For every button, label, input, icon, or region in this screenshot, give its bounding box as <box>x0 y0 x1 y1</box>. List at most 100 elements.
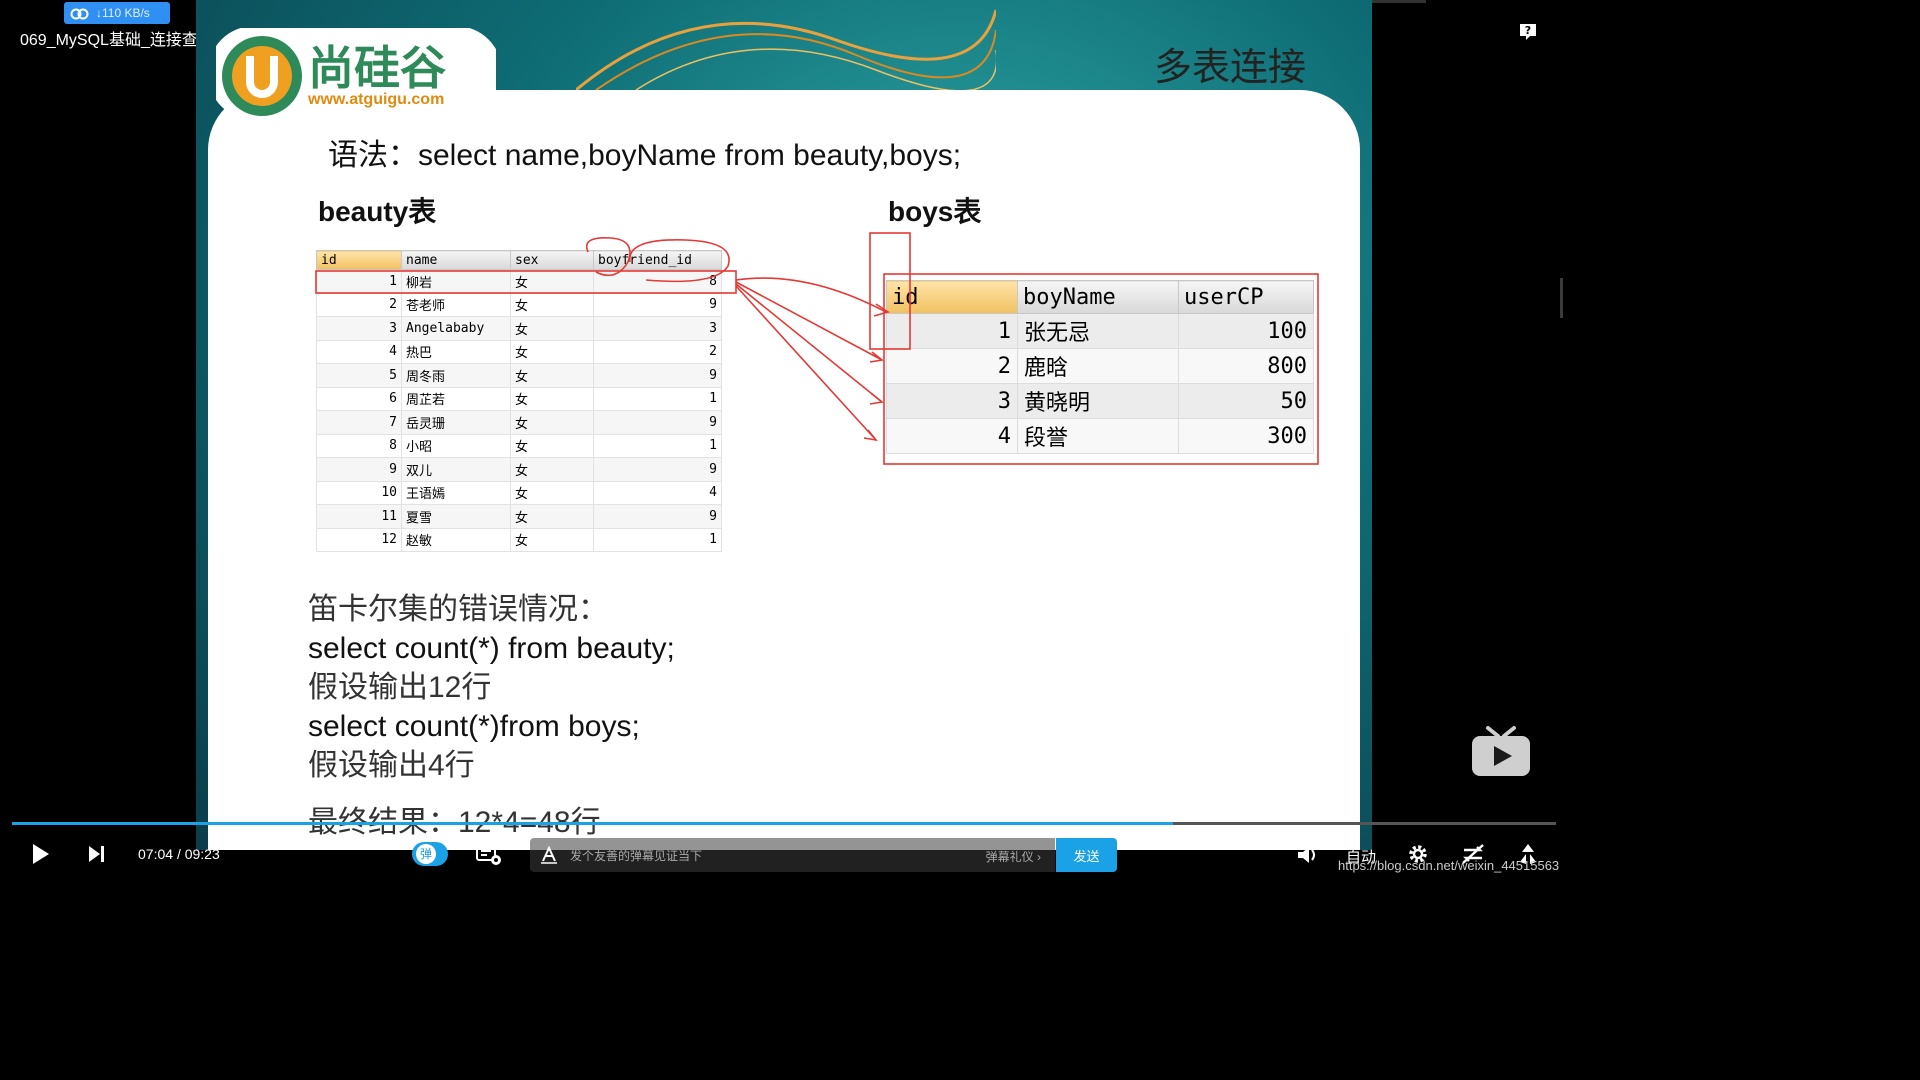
beauty-table-label: beauty表 <box>318 196 437 227</box>
table-cell: 女 <box>510 316 594 341</box>
table-cell: 2 <box>316 292 402 317</box>
danmu-toggle-knob: 弹 <box>416 844 436 864</box>
table-cell: 女 <box>510 269 594 294</box>
danmu-etiquette-link[interactable]: 弹幕礼仪 › <box>986 848 1041 865</box>
table-cell: 4 <box>593 480 722 505</box>
volume-icon[interactable] <box>1296 844 1320 866</box>
table-cell: 周芷若 <box>401 386 511 411</box>
table-cell: 3 <box>316 316 402 341</box>
duration: 09:23 <box>184 846 220 862</box>
table-row: 1 张无忌 100 <box>886 313 1314 349</box>
table-cell: 女 <box>510 339 594 364</box>
table-cell: 女 <box>510 527 594 552</box>
table-cell: 段誉 <box>1017 418 1179 454</box>
table-cell: 7 <box>316 410 402 435</box>
time-display: 07:04 / 09:23 <box>138 846 220 862</box>
table-cell: 8 <box>593 269 722 294</box>
lecture-slide: 尚硅谷 www.atguigu.com 多表连接 语法：select name,… <box>196 0 1372 850</box>
table-cell: Angelababy <box>401 316 511 341</box>
table-cell: 小昭 <box>401 433 511 458</box>
table-cell: 9 <box>593 292 722 317</box>
tv-icon[interactable] <box>1470 724 1532 778</box>
cartesian-notes: 笛卡尔集的错误情况： select count(*) from beauty; … <box>308 590 675 842</box>
table-cell: 周冬雨 <box>401 363 511 388</box>
table-cell: 9 <box>316 457 402 482</box>
table-cell: 11 <box>316 504 402 529</box>
table-cell: 1 <box>593 527 722 552</box>
table-row: 11 夏雪女 9 <box>316 504 722 529</box>
notes-line: select count(*)from boys; <box>308 710 640 743</box>
table-row: 5 周冬雨女 9 <box>316 363 722 388</box>
table-cell: 300 <box>1178 418 1314 454</box>
syntax-line: 语法：select name,boyName from beauty,boys; <box>328 139 962 172</box>
table-cell: 9 <box>593 457 722 482</box>
cloud-icon <box>70 8 89 20</box>
table-cell: 9 <box>593 410 722 435</box>
next-icon[interactable] <box>86 844 106 864</box>
table-cell: 2 <box>593 339 722 364</box>
time-separator: / <box>176 846 181 862</box>
column-header: boyName <box>1017 280 1179 314</box>
table-cell: 4 <box>886 418 1018 454</box>
download-speed-badge: ↓110 KB/s <box>64 2 170 24</box>
table-row: 4 热巴女 2 <box>316 339 722 364</box>
current-time: 07:04 <box>138 846 174 862</box>
table-cell: 双儿 <box>401 457 511 482</box>
notes-line: select count(*) from beauty; <box>308 632 675 665</box>
play-icon[interactable] <box>30 842 52 866</box>
side-panel-handle[interactable] <box>1560 278 1563 318</box>
download-speed: ↓110 KB/s <box>96 6 150 20</box>
table-cell: 800 <box>1178 348 1314 384</box>
table-cell: 女 <box>510 457 594 482</box>
progress-fill <box>12 822 1174 825</box>
logo-text: 尚硅谷 <box>308 41 446 95</box>
table-cell: 4 <box>316 339 402 364</box>
slide-title: 多表连接 <box>1154 45 1307 89</box>
table-row: 1 柳岩女 8 <box>316 269 722 294</box>
table-cell: 女 <box>510 480 594 505</box>
table-cell: 3 <box>593 316 722 341</box>
logo-url: www.atguigu.com <box>307 91 444 108</box>
column-header: name <box>401 250 511 270</box>
table-cell: 赵敏 <box>401 527 511 552</box>
table-cell: 1 <box>593 433 722 458</box>
table-row: 8 小昭女 1 <box>316 433 722 458</box>
column-header: userCP <box>1178 280 1314 314</box>
send-danmu-button[interactable]: 发送 <box>1056 838 1117 872</box>
table-cell: 100 <box>1178 313 1314 349</box>
notes-heading: 笛卡尔集的错误情况： <box>308 593 608 626</box>
progress-bar[interactable] <box>12 822 1556 825</box>
table-cell: 苍老师 <box>401 292 511 317</box>
table-row: 12 赵敏女 1 <box>316 527 722 552</box>
table-cell: 2 <box>886 348 1018 384</box>
danmu-toggle[interactable]: 弹 <box>412 842 448 866</box>
table-cell: 女 <box>510 433 594 458</box>
danmu-input[interactable] <box>568 844 952 868</box>
danmu-settings-icon[interactable] <box>476 844 502 866</box>
column-header: sex <box>510 250 594 270</box>
table-row: 4 段誉 300 <box>886 418 1314 454</box>
table-cell: 1 <box>316 269 402 294</box>
danmu-input-box: 弹幕礼仪 › <box>530 838 1055 872</box>
table-cell: 6 <box>316 386 402 411</box>
text-style-icon[interactable] <box>540 846 558 864</box>
table-cell: 女 <box>510 363 594 388</box>
table-cell: 热巴 <box>401 339 511 364</box>
help-icon[interactable]: ? <box>1518 22 1538 42</box>
table-cell: 鹿晗 <box>1017 348 1179 384</box>
table-cell: 女 <box>510 504 594 529</box>
beauty-table: id name sex boyfriend_id 1 柳岩女 8 2 苍老师女 9 3 Ang… <box>316 250 722 552</box>
table-cell: 岳灵珊 <box>401 410 511 435</box>
table-row: 3 Angelababy 女 3 <box>316 316 722 341</box>
player-controls: 07:04 / 09:23 弹 弹幕礼仪 › 发送 自动 <box>0 830 1568 882</box>
table-cell: 1 <box>593 386 722 411</box>
svg-text:?: ? <box>1525 24 1531 37</box>
table-cell: 张无忌 <box>1017 313 1179 349</box>
column-header: boyfriend_id <box>593 250 722 270</box>
atguigu-logo: 尚硅谷 www.atguigu.com <box>208 26 502 120</box>
notes-line: 假设输出12行 <box>308 671 492 704</box>
table-cell: 9 <box>593 504 722 529</box>
table-cell: 5 <box>316 363 402 388</box>
slide-decoration <box>576 9 996 90</box>
table-cell: 1 <box>886 313 1018 349</box>
